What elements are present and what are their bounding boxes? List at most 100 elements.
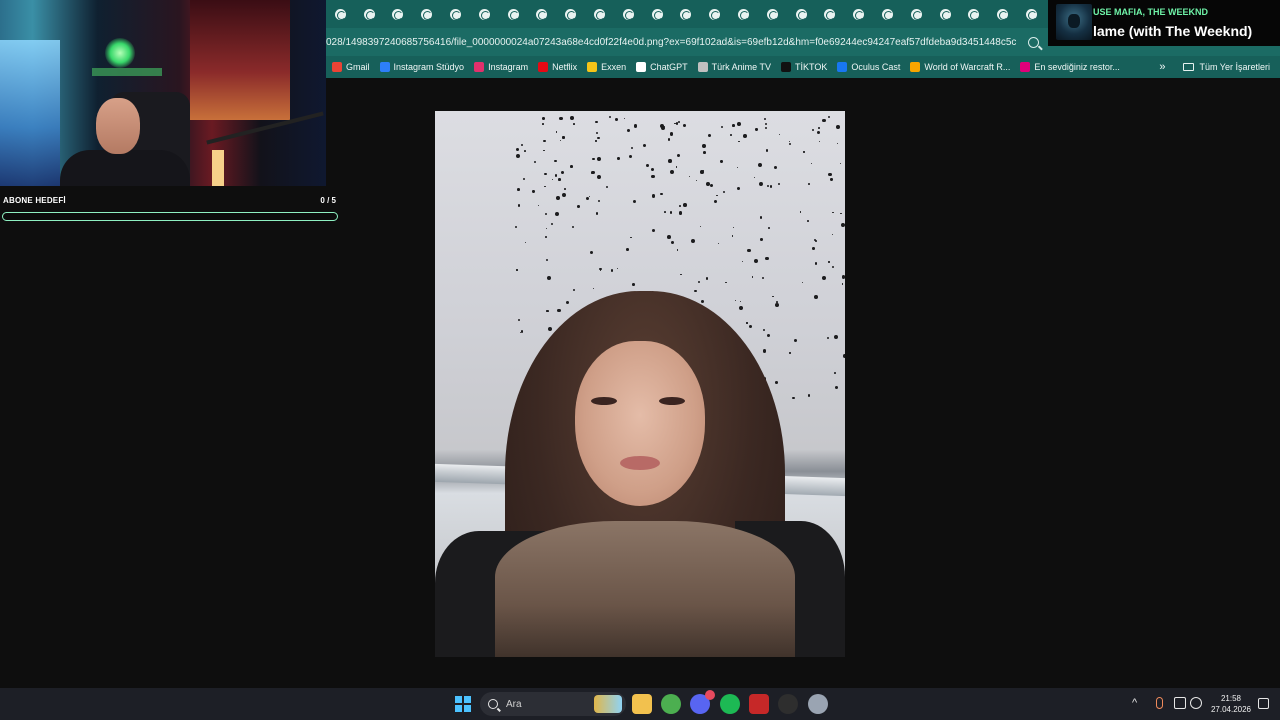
bookmark-favicon-icon: [837, 62, 848, 72]
photo-paint-speck: [789, 352, 791, 354]
bookmark-item[interactable]: Exxen: [587, 62, 626, 72]
browser-tab[interactable]: [844, 0, 873, 28]
photo-paint-speck: [669, 211, 673, 214]
bookmark-item[interactable]: Oculus Cast: [837, 62, 900, 72]
bookmark-item[interactable]: En sevdiğiniz restor...: [1020, 62, 1120, 72]
file-explorer-icon[interactable]: [632, 694, 652, 714]
browser-tab[interactable]: [672, 0, 701, 28]
bookmark-item[interactable]: Instagram: [474, 62, 528, 72]
browser-tab[interactable]: [614, 0, 643, 28]
photo-paint-speck: [544, 235, 547, 238]
browser-tab[interactable]: [758, 0, 787, 28]
windows-logo-pane: [455, 696, 462, 703]
network-icon[interactable]: [1174, 697, 1186, 709]
browser-tab[interactable]: [412, 0, 441, 28]
microphone-icon[interactable]: [1156, 697, 1163, 709]
browser-tab[interactable]: [384, 0, 413, 28]
photo-paint-speck: [515, 225, 518, 229]
bookmark-item[interactable]: Instagram Stüdyo: [379, 62, 464, 72]
windows-logo-pane: [464, 696, 471, 703]
photo-paint-speck: [597, 136, 600, 140]
start-button[interactable]: [455, 696, 471, 712]
photo-paint-speck: [836, 142, 839, 145]
photo-paint-speck: [541, 117, 545, 121]
bookmarks-overflow-button[interactable]: »: [1159, 61, 1165, 73]
discord-favicon-icon: [1026, 8, 1038, 20]
webcam-overlay: [0, 0, 326, 186]
browser-tab[interactable]: [441, 0, 470, 28]
bookmark-item[interactable]: Netflix: [538, 62, 577, 72]
photo-paint-speck: [592, 287, 595, 290]
photo-paint-speck: [646, 164, 650, 168]
spotify-icon[interactable]: [720, 694, 740, 714]
browser-tab[interactable]: [585, 0, 614, 28]
bookmark-label: Netflix: [552, 62, 578, 72]
url-text[interactable]: 028/1498397240685756416/file_0000000024a…: [326, 37, 1016, 48]
photo-paint-speck: [557, 178, 561, 181]
photo-paint-speck: [832, 265, 835, 268]
browser-tab[interactable]: [873, 0, 902, 28]
browser-tab[interactable]: [902, 0, 931, 28]
photo-paint-speck: [766, 185, 769, 188]
browser-tab[interactable]: [326, 0, 355, 28]
browser-tab[interactable]: [729, 0, 758, 28]
browser-tab[interactable]: [960, 0, 989, 28]
photo-paint-speck: [754, 176, 756, 178]
bookmark-item[interactable]: Gmail: [332, 62, 370, 72]
discord-favicon-icon: [651, 8, 663, 20]
browser-tab[interactable]: [1017, 0, 1046, 28]
album-art: [1056, 4, 1092, 40]
photo-paint-speck: [800, 211, 802, 213]
search-icon: [488, 699, 498, 709]
bookmark-item[interactable]: World of Warcraft R...: [910, 62, 1010, 72]
bookmark-item[interactable]: TİKTOK: [781, 62, 827, 72]
system-clock[interactable]: 21:58 27.04.2026: [1206, 693, 1256, 715]
photo-paint-speck: [818, 127, 820, 130]
bookmark-label: En sevdiğiniz restor...: [1034, 62, 1120, 72]
photo-paint-speck: [599, 267, 602, 271]
photo-paint-speck: [739, 306, 744, 311]
browser-tab[interactable]: [816, 0, 845, 28]
discord-icon[interactable]: [690, 690, 715, 714]
settings-icon[interactable]: [808, 694, 828, 714]
tray-overflow-chevron-icon[interactable]: ^: [1132, 697, 1137, 709]
volume-icon[interactable]: [1190, 697, 1202, 709]
photo-paint-speck: [741, 261, 743, 263]
photo-paint-speck: [516, 153, 521, 158]
browser-tab[interactable]: [700, 0, 729, 28]
photo-paint-speck: [592, 158, 595, 161]
all-bookmarks-folder[interactable]: Tüm Yer İşaretleri: [1183, 62, 1270, 72]
browser-tab[interactable]: [556, 0, 585, 28]
photo-paint-speck: [570, 165, 573, 168]
browser-tab[interactable]: [528, 0, 557, 28]
photo-paint-speck: [678, 204, 681, 207]
bookmark-item[interactable]: Türk Anime TV: [697, 62, 771, 72]
taskbar-search[interactable]: Ara: [480, 692, 626, 716]
photo-paint-speck: [533, 160, 537, 164]
browser-tab[interactable]: [931, 0, 960, 28]
photo-paint-speck: [730, 134, 733, 137]
bookmark-item[interactable]: ChatGPT: [636, 62, 688, 72]
browser-tab[interactable]: [787, 0, 816, 28]
photo-paint-speck: [821, 275, 827, 280]
chrome-icon[interactable]: [661, 694, 681, 714]
displayed-photo[interactable]: [435, 111, 845, 657]
photo-paint-speck: [554, 212, 559, 217]
photo-paint-speck: [560, 139, 562, 141]
browser-tab[interactable]: [988, 0, 1017, 28]
photo-paint-speck: [725, 281, 727, 284]
photo-paint-speck: [668, 159, 672, 163]
zoom-icon[interactable]: [1028, 36, 1039, 48]
photo-paint-speck: [571, 226, 575, 229]
browser-tab[interactable]: [643, 0, 672, 28]
photo-paint-speck: [817, 130, 821, 135]
browser-tab[interactable]: [499, 0, 528, 28]
photo-paint-speck: [543, 149, 545, 152]
browser-tab[interactable]: [355, 0, 384, 28]
photo-paint-speck: [812, 128, 815, 132]
browser-tab[interactable]: [470, 0, 499, 28]
obs-icon[interactable]: [778, 694, 798, 714]
photo-paint-speck: [597, 199, 601, 203]
notification-icon[interactable]: [1258, 698, 1269, 709]
voicemeeter-icon[interactable]: [749, 694, 769, 714]
